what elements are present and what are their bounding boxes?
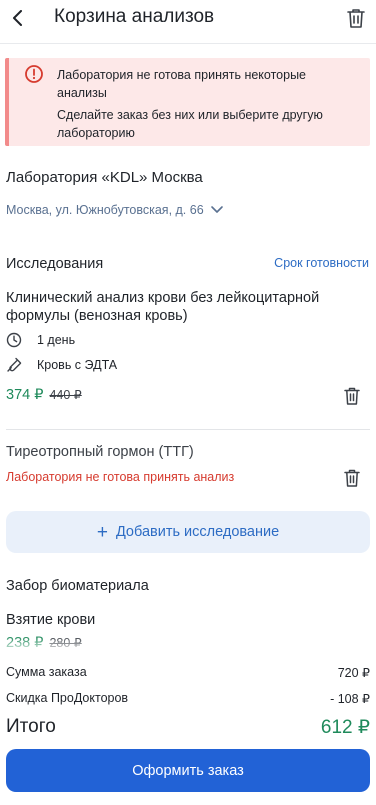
study-duration: 1 день — [6, 331, 75, 349]
plus-icon: + — [96, 521, 108, 543]
studies-section-title: Исследования — [6, 256, 104, 272]
sampling-item-name: Взятие крови — [6, 612, 96, 628]
alert-text: Сделайте заказ без них или выберите друг… — [57, 108, 323, 140]
discount-row: Скидка ПроДокторов - 108 ₽ — [6, 691, 370, 709]
lab-name: Лаборатория «KDL» Москва — [6, 169, 203, 186]
test-tube-icon — [6, 357, 22, 373]
old-price: 440 ₽ — [49, 388, 82, 402]
app-header: Корзина анализов — [0, 0, 376, 40]
study-price: 374 ₽ 440 ₽ — [6, 387, 82, 407]
remove-study-button[interactable] — [342, 385, 362, 407]
page-title: Корзина анализов — [54, 6, 215, 27]
price: 374 ₽ — [6, 387, 44, 403]
study-name: Тиреотропный гормон (ТТГ) — [6, 444, 194, 460]
total-value: 612 ₽ — [320, 717, 370, 738]
cart-page: Корзина анализов Лаборатория не готова п… — [0, 0, 376, 805]
lab-address-dropdown[interactable]: Москва, ул. Южнобутовская, д. 66 — [6, 200, 224, 220]
back-button[interactable] — [4, 4, 32, 32]
checkout-label: Оформить заказ — [132, 762, 244, 779]
study-error-text: Лаборатория не готова принять анализ — [6, 470, 235, 484]
order-sum-value: 720 ₽ — [337, 666, 370, 680]
order-sum-label: Сумма заказа — [6, 665, 87, 679]
lab-address-text: Москва, ул. Южнобутовская, д. 66 — [6, 203, 204, 217]
lab-warning-alert: Лаборатория не готова принять некоторые … — [5, 58, 370, 146]
remove-study-button[interactable] — [342, 467, 362, 489]
deadline-link[interactable]: Срок готовности — [274, 256, 369, 270]
total-label: Итого — [6, 716, 56, 737]
trash-icon — [344, 469, 360, 487]
trash-icon — [344, 387, 360, 405]
sampling-section-title: Забор биоматериала — [6, 578, 149, 594]
study-sample: Кровь с ЭДТА — [6, 356, 117, 374]
checkout-button[interactable]: Оформить заказ — [6, 749, 370, 792]
study-divider — [6, 429, 370, 430]
old-price: 280 ₽ — [49, 636, 82, 650]
sample-text: Кровь с ЭДТА — [37, 358, 118, 372]
alert-title: Лаборатория не готова принять некоторые … — [57, 68, 307, 100]
add-study-button[interactable]: + Добавить исследование — [6, 511, 370, 553]
discount-value: - 108 ₽ — [330, 692, 370, 706]
total-row: Итого 612 ₽ — [6, 716, 370, 740]
chevron-left-icon — [13, 10, 22, 26]
alert-circle-icon — [25, 65, 43, 83]
study-name: Клинический анализ крови без лейкоцитарн… — [6, 290, 320, 324]
header-divider — [0, 43, 376, 44]
chevron-down-icon — [210, 206, 223, 213]
add-study-label: Добавить исследование — [115, 524, 280, 540]
clock-icon — [6, 332, 22, 348]
order-sum-row: Сумма заказа 720 ₽ — [6, 665, 370, 683]
discount-label: Скидка ПроДокторов — [6, 691, 129, 705]
duration-text: 1 день — [37, 333, 76, 347]
price: 238 ₽ — [6, 635, 44, 651]
trash-icon — [347, 9, 365, 28]
clear-cart-button[interactable] — [342, 4, 370, 32]
